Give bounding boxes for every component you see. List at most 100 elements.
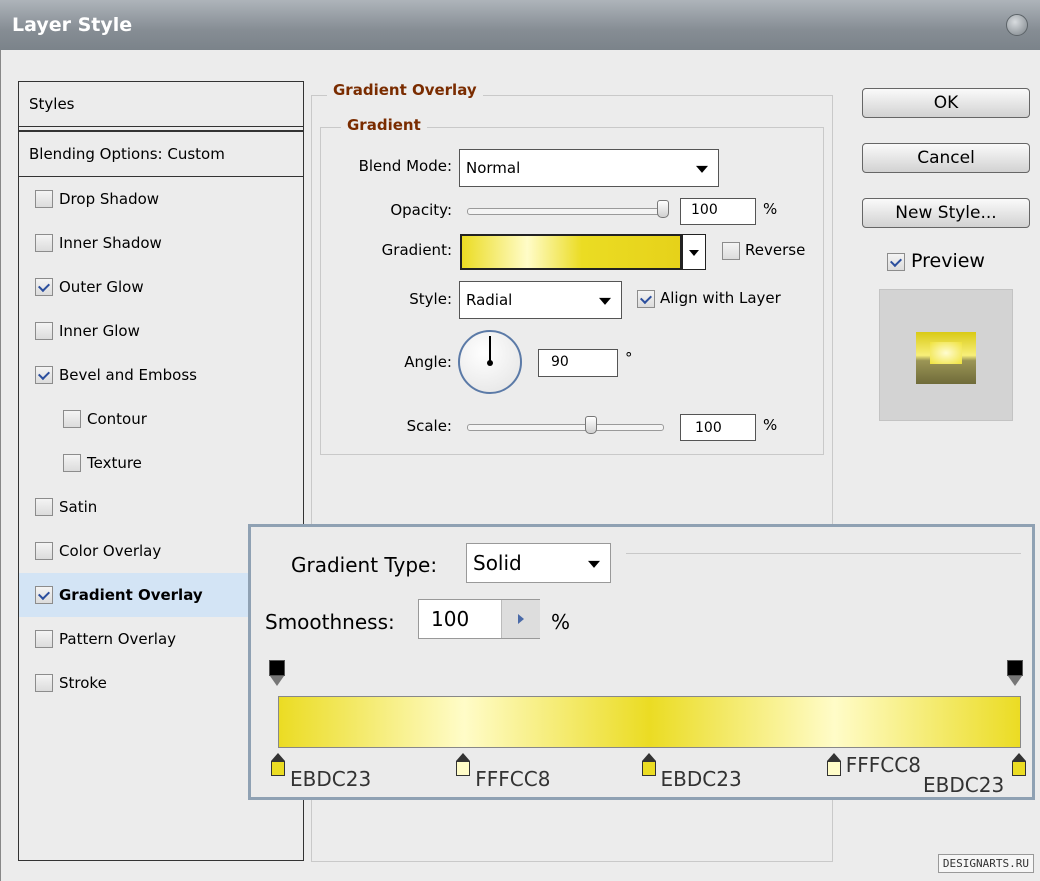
gradient-type-value: Solid (473, 551, 522, 575)
opacity-unit: % (763, 200, 778, 218)
style-value: Radial (466, 291, 513, 309)
angle-unit: ° (625, 349, 633, 367)
gradient-label: Gradient: (381, 241, 452, 259)
cancel-button[interactable]: Cancel (862, 143, 1030, 173)
title-bar: Layer Style (0, 0, 1040, 50)
angle-label: Angle: (404, 353, 452, 371)
blend-mode-value: Normal (466, 159, 521, 177)
smoothness-stepper[interactable] (501, 600, 540, 638)
gradient-picker-button[interactable] (682, 234, 706, 270)
checkbox[interactable] (35, 498, 53, 516)
style-item-label: Pattern Overlay (59, 630, 177, 648)
blending-options-item[interactable]: Blending Options: Custom (19, 130, 303, 177)
style-item-label: Texture (87, 454, 142, 472)
style-item-satin[interactable]: Satin (19, 485, 303, 529)
align-with-layer-checkbox[interactable] (637, 290, 655, 308)
style-item-inner-shadow[interactable]: Inner Shadow (19, 221, 303, 265)
angle-indicator (489, 336, 491, 362)
style-item-label: Stroke (59, 674, 107, 692)
color-stop-label: EBDC23 (660, 767, 742, 791)
preview-checkbox[interactable] (887, 253, 905, 271)
opacity-stop-right[interactable] (1007, 660, 1023, 688)
style-item-label: Drop Shadow (59, 190, 160, 208)
scale-unit: % (763, 416, 778, 434)
scale-label: Scale: (406, 417, 452, 435)
color-stop-marker[interactable] (1011, 753, 1027, 777)
smoothness-unit: % (551, 610, 571, 634)
checkbox[interactable] (35, 322, 53, 340)
preview-button-shape (916, 332, 976, 384)
chevron-down-icon (588, 560, 600, 568)
style-item-label: Color Overlay (59, 542, 162, 560)
style-item-label: Gradient Overlay (59, 586, 203, 604)
style-item-texture[interactable]: Texture (19, 441, 303, 485)
color-stop-label: FFFCC8 (845, 753, 921, 777)
angle-input[interactable]: 90 (538, 349, 618, 377)
blend-mode-label: Blend Mode: (358, 157, 452, 175)
checkbox[interactable] (35, 190, 53, 208)
new-style-button[interactable]: New Style... (862, 198, 1030, 228)
reverse-checkbox[interactable] (722, 242, 740, 260)
color-stop-marker[interactable] (270, 753, 286, 777)
group-title: Gradient (341, 116, 427, 134)
style-item-inner-glow[interactable]: Inner Glow (19, 309, 303, 353)
checkbox[interactable] (35, 542, 53, 560)
style-label: Style: (409, 290, 452, 308)
chevron-down-icon (689, 250, 699, 256)
angle-dial[interactable] (458, 330, 522, 394)
color-stop-marker[interactable] (455, 753, 471, 777)
preview-highlight (930, 342, 962, 364)
gradient-type-select[interactable]: Solid (466, 543, 611, 583)
chevron-down-icon (696, 165, 708, 173)
checkbox[interactable] (63, 410, 81, 428)
style-item-contour[interactable]: Contour (19, 397, 303, 441)
color-stop-marker[interactable] (641, 753, 657, 777)
window-control-icon[interactable] (1006, 14, 1028, 36)
angle-center (487, 360, 493, 366)
ok-button[interactable]: OK (862, 88, 1030, 118)
gradient-editor-panel: Gradient Type: Solid Smoothness: 100 % E… (248, 524, 1035, 800)
opacity-input[interactable]: 100 (680, 198, 756, 225)
blend-mode-select[interactable]: Normal (459, 149, 719, 187)
gradient-bar[interactable] (278, 696, 1021, 748)
styles-header[interactable]: Styles (19, 82, 303, 127)
preview-label: Preview (911, 250, 985, 272)
window-title: Layer Style (12, 14, 133, 36)
checkbox[interactable] (35, 366, 53, 384)
smoothness-label: Smoothness: (265, 610, 395, 634)
chevron-down-icon (599, 297, 611, 305)
style-item-bevel-and-emboss[interactable]: Bevel and Emboss (19, 353, 303, 397)
scale-slider-thumb[interactable] (585, 416, 597, 434)
style-item-label: Outer Glow (59, 278, 144, 296)
color-stop-label: EBDC23 (290, 767, 372, 791)
style-item-label: Bevel and Emboss (59, 366, 197, 384)
style-item-label: Contour (87, 410, 147, 428)
gradient-preview-swatch[interactable] (460, 234, 682, 270)
checkbox[interactable] (35, 674, 53, 692)
style-item-drop-shadow[interactable]: Drop Shadow (19, 177, 303, 221)
divider (626, 553, 1021, 554)
checkbox[interactable] (35, 278, 53, 296)
style-item-label: Satin (59, 498, 98, 516)
align-with-layer-label: Align with Layer (660, 289, 781, 307)
gradient-type-label: Gradient Type: (291, 553, 438, 577)
checkbox[interactable] (63, 454, 81, 472)
checkbox[interactable] (35, 586, 53, 604)
scale-slider[interactable] (467, 424, 664, 431)
color-stop-marker[interactable] (826, 753, 842, 777)
style-item-label: Inner Shadow (59, 234, 162, 252)
watermark: DESIGNARTS.RU (937, 854, 1034, 873)
reverse-label: Reverse (745, 241, 806, 259)
scale-input[interactable]: 100 (680, 414, 756, 441)
section-title: Gradient Overlay (327, 81, 483, 99)
color-stop-label: EBDC23 (923, 773, 1005, 797)
checkbox[interactable] (35, 630, 53, 648)
style-select[interactable]: Radial (459, 281, 622, 319)
checkbox[interactable] (35, 234, 53, 252)
opacity-label: Opacity: (390, 201, 452, 219)
opacity-slider-thumb[interactable] (657, 200, 669, 218)
opacity-slider[interactable] (467, 208, 669, 215)
color-stop-label: FFFCC8 (475, 767, 551, 791)
opacity-stop-left[interactable] (269, 660, 285, 688)
style-item-outer-glow[interactable]: Outer Glow (19, 265, 303, 309)
